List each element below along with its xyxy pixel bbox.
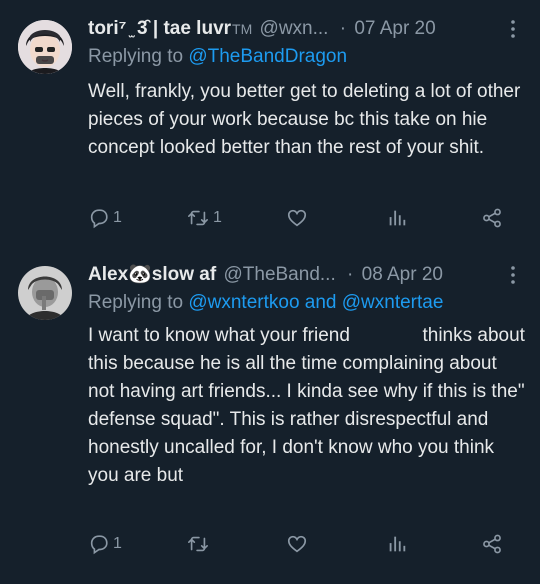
analytics-icon [386, 207, 408, 229]
share-icon [481, 207, 503, 229]
like-icon [286, 533, 308, 555]
tweet-text-part-1: I want to know what your friend [88, 325, 350, 346]
reply-button[interactable]: 1 [88, 530, 122, 558]
tweet-1[interactable]: tori⁷ ̫ 3̑ | tae luvrTM @wxn... · 07 Apr… [0, 14, 540, 244]
reply-icon [88, 533, 110, 555]
reply-count: 1 [113, 535, 122, 552]
replying-prefix: Replying to [88, 292, 184, 313]
separator-dot: · [347, 264, 354, 285]
user-handle[interactable]: @TheBand... [223, 264, 335, 285]
like-button[interactable] [286, 204, 308, 232]
display-name[interactable]: Alex🐼slow af [88, 264, 216, 285]
retweet-count: 1 [213, 209, 222, 226]
action-bar: 1 [88, 530, 513, 558]
share-button[interactable] [481, 530, 503, 558]
redacted-name [355, 326, 418, 344]
timestamp[interactable]: 07 Apr 20 [354, 18, 435, 39]
reply-icon [88, 207, 110, 229]
avatar[interactable] [18, 266, 72, 320]
replying-to: Replying to @TheBandDragon [88, 46, 347, 68]
retweet-button[interactable]: 1 [186, 204, 222, 232]
timestamp[interactable]: 08 Apr 20 [362, 264, 443, 285]
tweet-header: Alex🐼slow af @TheBand... · 08 Apr 20 [88, 260, 520, 290]
display-name[interactable]: tori⁷ ̫ 3̑ | tae luvr [88, 18, 231, 39]
tweet-2[interactable]: Alex🐼slow af @TheBand... · 08 Apr 20 Rep… [0, 260, 540, 570]
display-name-suffix: TM [232, 21, 253, 37]
replying-prefix: Replying to [88, 46, 184, 67]
tweet-text-part-2: thinks about this because he is all the … [88, 325, 525, 486]
separator-dot: · [339, 18, 347, 39]
more-icon[interactable] [506, 260, 520, 290]
retweet-icon [186, 207, 210, 229]
action-bar: 1 1 [88, 204, 513, 232]
replying-to: Replying to @wxntertkoo and @wxntertae [88, 292, 443, 314]
share-icon [481, 533, 503, 555]
analytics-icon [386, 533, 408, 555]
tweet-header: tori⁷ ̫ 3̑ | tae luvrTM @wxn... · 07 Apr… [88, 14, 520, 44]
like-button[interactable] [286, 530, 308, 558]
tweet-text: Well, frankly, you better get to deletin… [88, 81, 521, 158]
user-handle[interactable]: @wxn... [260, 18, 329, 39]
reply-count: 1 [113, 209, 122, 226]
tweet-text: I want to know what your friend thinks a… [88, 322, 528, 490]
like-icon [286, 207, 308, 229]
analytics-button[interactable] [386, 204, 408, 232]
replying-to-link[interactable]: @TheBandDragon [188, 46, 347, 67]
avatar[interactable] [18, 20, 72, 74]
reply-button[interactable]: 1 [88, 204, 122, 232]
retweet-button[interactable] [186, 530, 213, 558]
retweet-icon [186, 533, 210, 555]
analytics-button[interactable] [386, 530, 408, 558]
replying-to-link[interactable]: @wxntertkoo and @wxntertae [188, 292, 443, 313]
share-button[interactable] [481, 204, 503, 232]
more-icon[interactable] [506, 14, 520, 44]
